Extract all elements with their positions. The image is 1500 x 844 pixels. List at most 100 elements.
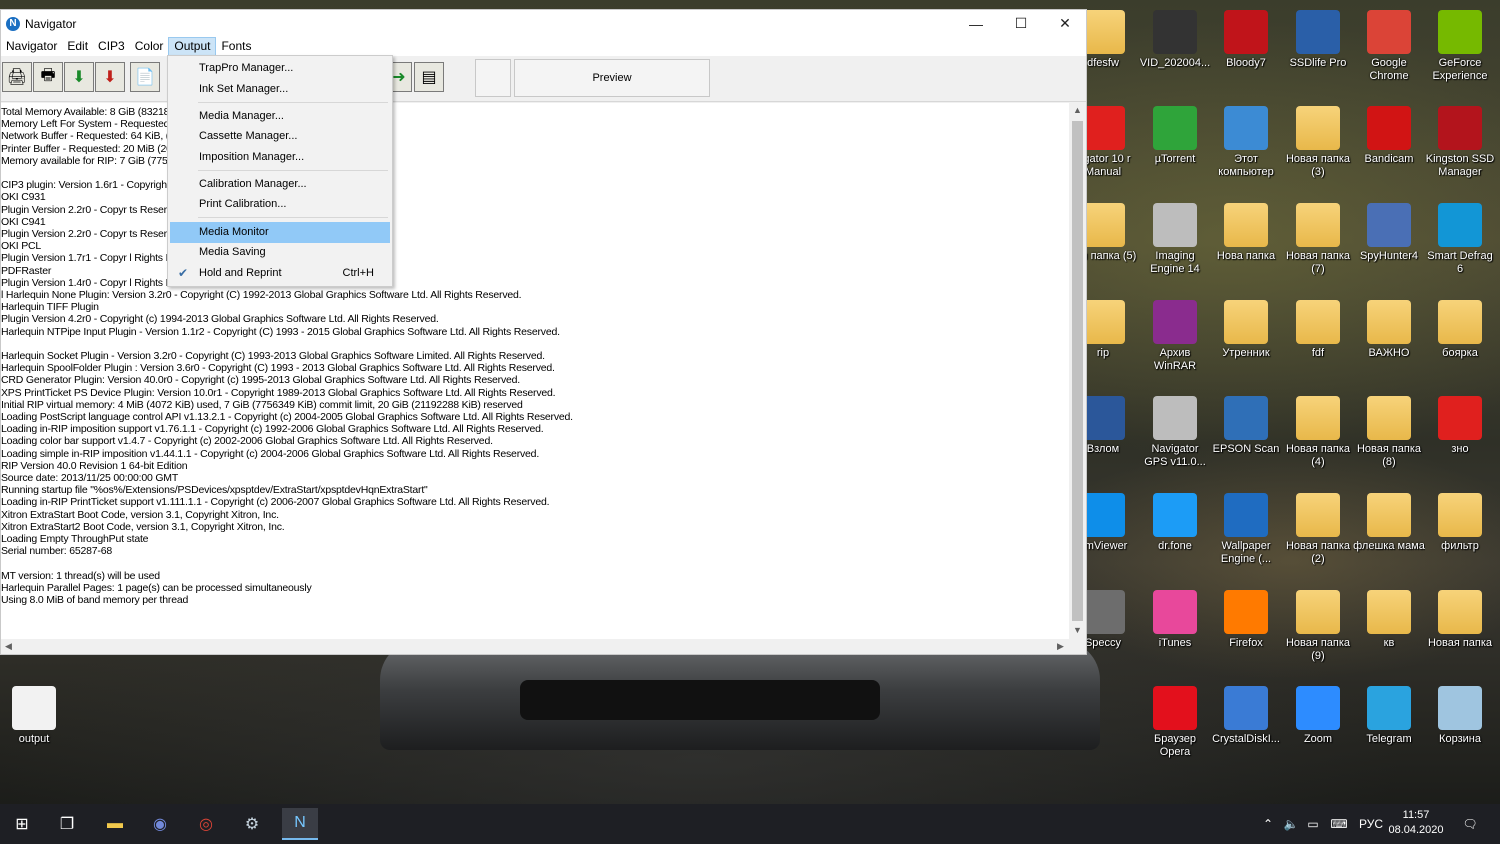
- clock-time: 11:57: [1402, 809, 1430, 821]
- desktop-icon[interactable]: зно: [1424, 392, 1496, 482]
- desktop-icon[interactable]: Этот компьютер: [1210, 102, 1282, 192]
- log-line: Printer Buffer - Requested: 20 MiB (20: [1, 142, 172, 155]
- speaker-icon[interactable]: 🔈: [1282, 804, 1300, 844]
- display-icon[interactable]: ▭: [1304, 804, 1322, 844]
- menu-print-calibration[interactable]: Print Calibration...: [170, 194, 390, 215]
- menu-cip3[interactable]: CIP3: [93, 37, 130, 56]
- minimize-button[interactable]: —: [954, 10, 998, 37]
- menu-media-monitor[interactable]: Media Monitor: [170, 222, 390, 243]
- maximize-button[interactable]: ☐: [999, 10, 1043, 37]
- desktop-icon[interactable]: Smart Defrag 6: [1424, 199, 1496, 289]
- document-icon[interactable]: 📄: [130, 62, 160, 92]
- desktop-icon[interactable]: SpyHunter4: [1353, 199, 1425, 289]
- desktop-icon[interactable]: µTorrent: [1139, 102, 1211, 192]
- itunes-icon: [1153, 590, 1197, 634]
- desktop-icon[interactable]: GeForce Experience: [1424, 6, 1496, 96]
- steam-icon[interactable]: ⚙: [236, 808, 268, 840]
- output-queue-icon[interactable]: ▤: [414, 62, 444, 92]
- chrome-icon[interactable]: ◎: [190, 808, 222, 840]
- printer-icon[interactable]: 🖨: [2, 62, 32, 92]
- menu-edit[interactable]: Edit: [62, 37, 93, 56]
- menu-cassette-manager[interactable]: Cassette Manager...: [170, 126, 390, 147]
- notifications-icon[interactable]: 🗨: [1458, 804, 1482, 844]
- desktop-icon[interactable]: Kingston SSD Manager: [1424, 102, 1496, 192]
- scroll-right-icon[interactable]: ▶: [1057, 641, 1064, 652]
- desktop-icon[interactable]: Архив WinRAR: [1139, 296, 1211, 386]
- desktop-icon[interactable]: Bloody7: [1210, 6, 1282, 96]
- printer-setup-icon[interactable]: 🖶: [33, 62, 63, 92]
- desktop-icon[interactable]: Wallpaper Engine (...: [1210, 489, 1282, 579]
- desktop-icon[interactable]: Navigator GPS v11.0...: [1139, 392, 1211, 482]
- scroll-left-icon[interactable]: ◀: [5, 641, 12, 652]
- menu-item-label: Imposition Manager...: [199, 151, 305, 163]
- navigator-icon[interactable]: N: [282, 808, 318, 840]
- desktop-icon[interactable]: Новая папка (8): [1353, 392, 1425, 482]
- desktop-icon[interactable]: SSDlife Pro: [1282, 6, 1354, 96]
- desktop-icon[interactable]: Новая папка (2): [1282, 489, 1354, 579]
- red-arrow-down-icon[interactable]: ⬇: [95, 62, 125, 92]
- desktop-icon[interactable]: Bandicam: [1353, 102, 1425, 192]
- menu-output[interactable]: Output: [168, 37, 217, 56]
- task-view-icon[interactable]: ❐: [51, 808, 83, 840]
- desktop-icon[interactable]: Firefox: [1210, 586, 1282, 676]
- desktop-icon-label: dr.fone: [1158, 540, 1192, 552]
- desktop-icon[interactable]: iTunes: [1139, 586, 1211, 676]
- preview-thumbnail: [475, 59, 511, 97]
- desktop-icon[interactable]: Браузер Opera: [1139, 682, 1211, 772]
- menu-hold-and-reprint[interactable]: ✔ Hold and Reprint Ctrl+H: [170, 263, 390, 284]
- title-bar[interactable]: N Navigator — ☐ ✕: [1, 10, 1086, 37]
- discord-icon[interactable]: ◉: [144, 808, 176, 840]
- menu-trappro-manager[interactable]: TrapPro Manager...: [170, 58, 390, 79]
- desktop-icon[interactable]: VID_202004...: [1139, 6, 1211, 96]
- desktop-icon[interactable]: Google Chrome: [1353, 6, 1425, 96]
- log-output[interactable]: Total Memory Available: 8 GiB (83218 Memo…: [1, 103, 1069, 639]
- desktop-icon[interactable]: Нова папка: [1210, 199, 1282, 289]
- desktop-icon[interactable]: ВАЖНО: [1353, 296, 1425, 386]
- menu-separator: [198, 170, 388, 171]
- keyboard-icon[interactable]: ⌨: [1328, 804, 1350, 844]
- desktop-icon[interactable]: боярка: [1424, 296, 1496, 386]
- desktop-icon[interactable]: Новая папка: [1424, 586, 1496, 676]
- desktop-icon[interactable]: CrystalDiskI...: [1210, 682, 1282, 772]
- desktop-icon[interactable]: Telegram: [1353, 682, 1425, 772]
- desktop-icon[interactable]: Imaging Engine 14: [1139, 199, 1211, 289]
- menu-color[interactable]: Color: [130, 37, 169, 56]
- scroll-up-icon[interactable]: ▲: [1073, 105, 1082, 115]
- scrollbar-thumb[interactable]: [1072, 121, 1083, 621]
- green-arrow-down-icon[interactable]: ⬇: [64, 62, 94, 92]
- menu-media-saving[interactable]: Media Saving: [170, 242, 390, 263]
- desktop-icon[interactable]: кв: [1353, 586, 1425, 676]
- folder-icon: [1296, 300, 1340, 344]
- desktop-icon[interactable]: output: [0, 682, 70, 772]
- language-indicator[interactable]: РУС: [1356, 804, 1386, 844]
- menu-fonts[interactable]: Fonts: [216, 37, 256, 56]
- kingston-icon: [1438, 106, 1482, 150]
- desktop-icon[interactable]: Новая папка (7): [1282, 199, 1354, 289]
- desktop-icon[interactable]: EPSON Scan: [1210, 392, 1282, 482]
- desktop-icon[interactable]: Zoom: [1282, 682, 1354, 772]
- desktop-icon[interactable]: Новая папка (3): [1282, 102, 1354, 192]
- menu-ink-set-manager[interactable]: Ink Set Manager...: [170, 79, 390, 100]
- desktop-icon[interactable]: Новая папка (9): [1282, 586, 1354, 676]
- log-line: Loading in-RIP imposition support v1.76.…: [1, 423, 544, 436]
- desktop-icon[interactable]: фильтр: [1424, 489, 1496, 579]
- menu-imposition-manager[interactable]: Imposition Manager...: [170, 147, 390, 168]
- file-explorer-icon[interactable]: ▬: [99, 808, 131, 840]
- horizontal-scrollbar[interactable]: ◀ ▶: [1, 639, 1069, 654]
- menu-calibration-manager[interactable]: Calibration Manager...: [170, 174, 390, 195]
- tray-chevron-icon[interactable]: ⌃: [1260, 804, 1276, 844]
- close-button[interactable]: ✕: [1043, 10, 1087, 37]
- desktop-icon[interactable]: флешка мама: [1353, 489, 1425, 579]
- vertical-scrollbar[interactable]: ▲ ▼: [1069, 103, 1086, 639]
- menu-media-manager[interactable]: Media Manager...: [170, 106, 390, 127]
- desktop-icon[interactable]: dr.fone: [1139, 489, 1211, 579]
- desktop-icon[interactable]: Новая папка (4): [1282, 392, 1354, 482]
- scroll-down-icon[interactable]: ▼: [1073, 625, 1082, 635]
- desktop-icon[interactable]: Корзина: [1424, 682, 1496, 772]
- clock[interactable]: 11:57 08.04.2020: [1386, 808, 1446, 838]
- windows-start-icon[interactable]: ⊞: [6, 808, 38, 840]
- menu-navigator[interactable]: Navigator: [1, 37, 62, 56]
- desktop-icon[interactable]: Утренник: [1210, 296, 1282, 386]
- desktop-icon[interactable]: fdf: [1282, 296, 1354, 386]
- imaging-icon: [1153, 203, 1197, 247]
